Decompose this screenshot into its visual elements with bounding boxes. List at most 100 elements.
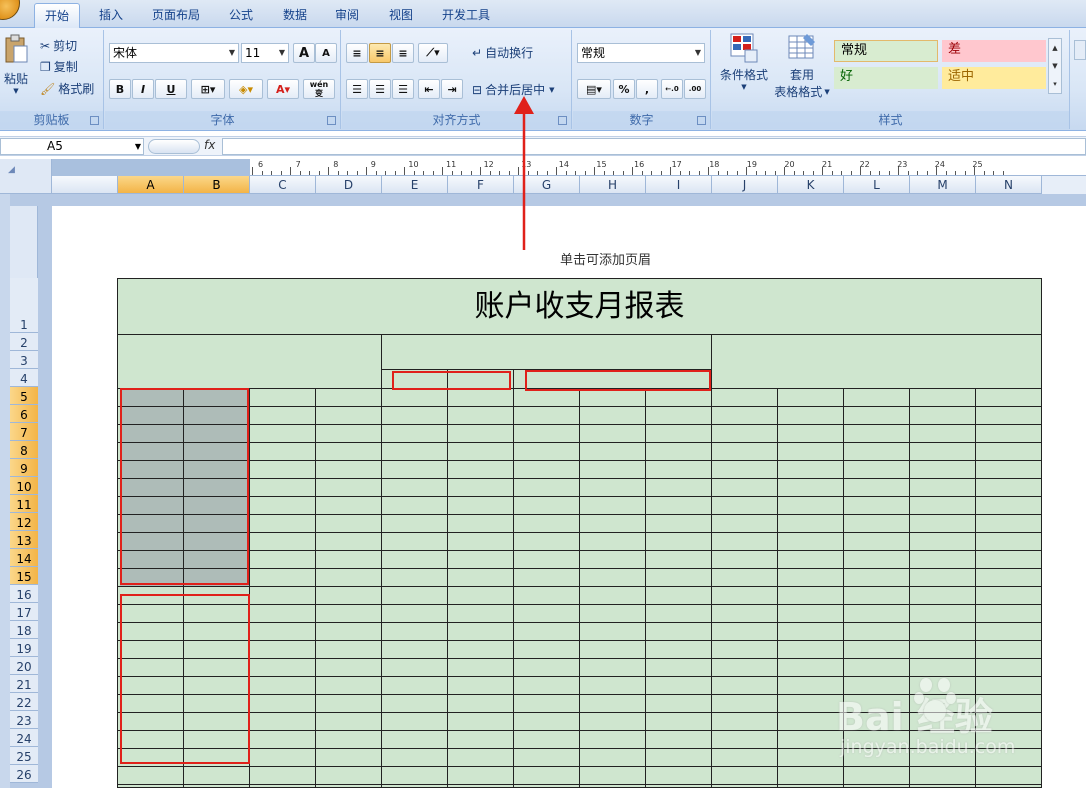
- clipboard-dialog-launcher[interactable]: [90, 116, 99, 125]
- style-neutral[interactable]: 适中: [942, 67, 1046, 89]
- format-painter-button[interactable]: 🖌 格式刷: [40, 80, 94, 97]
- font-name-select[interactable]: 宋体 ▼: [109, 43, 239, 63]
- row-header-20[interactable]: 20: [10, 657, 38, 675]
- row-header-11[interactable]: 11: [10, 495, 38, 513]
- align-center-button[interactable]: ☰: [369, 79, 391, 99]
- align-left-button[interactable]: ☰: [346, 79, 368, 99]
- row-header-14[interactable]: 14: [10, 549, 38, 567]
- insert-cells-icon[interactable]: [1074, 40, 1086, 60]
- row-header-23[interactable]: 23: [10, 711, 38, 729]
- ruler-tick: [613, 171, 614, 175]
- row-header-2[interactable]: 2: [10, 333, 38, 351]
- style-normal[interactable]: 常规: [834, 40, 938, 62]
- row-header-9[interactable]: 9: [10, 459, 38, 477]
- conditional-format-button[interactable]: 条件格式 ▼: [716, 32, 772, 106]
- grow-font-button[interactable]: A: [293, 43, 315, 63]
- italic-button[interactable]: I: [132, 79, 154, 99]
- row-header-18[interactable]: 18: [10, 621, 38, 639]
- phonetic-button[interactable]: wén 变: [303, 79, 335, 99]
- tab-developer[interactable]: 开发工具: [432, 3, 500, 28]
- row-header-16[interactable]: 16: [10, 585, 38, 603]
- column-header-n[interactable]: N: [976, 176, 1042, 194]
- column-header-h[interactable]: H: [580, 176, 646, 194]
- column-header-a[interactable]: A: [118, 176, 184, 194]
- style-bad[interactable]: 差: [942, 40, 1046, 62]
- select-all-corner[interactable]: ◢: [0, 159, 52, 194]
- number-format-select[interactable]: 常规 ▼: [577, 43, 705, 63]
- cut-button[interactable]: ✂ 剪切: [40, 37, 77, 54]
- comma-button[interactable]: ,: [636, 79, 658, 99]
- column-header-j[interactable]: J: [712, 176, 778, 194]
- bold-button[interactable]: B: [109, 79, 131, 99]
- sheet-title[interactable]: 账户收支月报表: [118, 279, 1041, 334]
- orientation-button[interactable]: ⟋▾: [418, 43, 448, 63]
- tab-data[interactable]: 数据: [272, 3, 318, 28]
- tab-page-layout[interactable]: 页面布局: [142, 3, 210, 28]
- column-header-e[interactable]: E: [382, 176, 448, 194]
- align-middle-button[interactable]: ≡: [369, 43, 391, 63]
- column-header-l[interactable]: L: [844, 176, 910, 194]
- column-header-c[interactable]: C: [250, 176, 316, 194]
- align-bottom-button[interactable]: ≡: [392, 43, 414, 63]
- column-header-k[interactable]: K: [778, 176, 844, 194]
- format-as-table-button[interactable]: 套用 表格格式 ▼: [770, 32, 834, 108]
- shrink-font-button[interactable]: A: [315, 43, 337, 63]
- row-header-21[interactable]: 21: [10, 675, 38, 693]
- row-header-7[interactable]: 7: [10, 423, 38, 441]
- add-header-hint[interactable]: 单击可添加页眉: [560, 249, 651, 268]
- formula-bar-expander[interactable]: [148, 139, 200, 154]
- styles-gallery-scroller[interactable]: ▲ ▼ ▾: [1048, 38, 1062, 94]
- copy-button[interactable]: ❐ 复制: [40, 58, 78, 75]
- underline-button[interactable]: U: [155, 79, 187, 99]
- font-size-select[interactable]: 11 ▼: [241, 43, 289, 63]
- row-header-22[interactable]: 22: [10, 693, 38, 711]
- row-header-1[interactable]: 1: [10, 278, 38, 333]
- decrease-decimal-button[interactable]: .00: [684, 79, 706, 99]
- style-good[interactable]: 好: [834, 67, 938, 89]
- fill-color-button[interactable]: ◈▾: [229, 79, 263, 99]
- tab-review[interactable]: 审阅: [324, 3, 370, 28]
- borders-button[interactable]: ⊞▾: [191, 79, 225, 99]
- font-dialog-launcher[interactable]: [327, 116, 336, 125]
- insert-function-icon[interactable]: fx: [204, 138, 215, 152]
- row-header-24[interactable]: 24: [10, 729, 38, 747]
- tab-formulas[interactable]: 公式: [218, 3, 264, 28]
- percent-button[interactable]: %: [613, 79, 635, 99]
- row-header-25[interactable]: 25: [10, 747, 38, 765]
- column-header-m[interactable]: M: [910, 176, 976, 194]
- row-header-12[interactable]: 12: [10, 513, 38, 531]
- row-header-17[interactable]: 17: [10, 603, 38, 621]
- increase-indent-button[interactable]: ⇥: [441, 79, 463, 99]
- formula-input[interactable]: [222, 138, 1086, 155]
- tab-home[interactable]: 开始: [34, 3, 80, 28]
- accounting-format-button[interactable]: ▤▾: [577, 79, 611, 99]
- align-top-button[interactable]: ≡: [346, 43, 368, 63]
- row-header-15[interactable]: 15: [10, 567, 38, 585]
- increase-decimal-button[interactable]: ←.0: [661, 79, 683, 99]
- row-header-10[interactable]: 10: [10, 477, 38, 495]
- alignment-dialog-launcher[interactable]: [558, 116, 567, 125]
- align-right-button[interactable]: ☰: [392, 79, 414, 99]
- row-header-26[interactable]: 26: [10, 765, 38, 783]
- ruler-tick: [812, 171, 814, 175]
- decrease-indent-button[interactable]: ⇤: [418, 79, 440, 99]
- row-header-19[interactable]: 19: [10, 639, 38, 657]
- column-header-b[interactable]: B: [184, 176, 250, 194]
- name-box[interactable]: A5 ▼: [0, 138, 144, 155]
- column-header-d[interactable]: D: [316, 176, 382, 194]
- row-header-5[interactable]: 5: [10, 387, 38, 405]
- paste-button[interactable]: 粘贴 ▼: [0, 34, 32, 104]
- row-header-6[interactable]: 6: [10, 405, 38, 423]
- column-header-f[interactable]: F: [448, 176, 514, 194]
- column-header-i[interactable]: I: [646, 176, 712, 194]
- row-header-3[interactable]: 3: [10, 351, 38, 369]
- tab-view[interactable]: 视图: [378, 3, 424, 28]
- font-color-button[interactable]: A▾: [267, 79, 299, 99]
- row-header-8[interactable]: 8: [10, 441, 38, 459]
- number-dialog-launcher[interactable]: [697, 116, 706, 125]
- row-header-4[interactable]: 4: [10, 369, 38, 387]
- tab-insert[interactable]: 插入: [88, 3, 134, 28]
- office-button[interactable]: [0, 0, 20, 20]
- wrap-text-button[interactable]: ↵ 自动换行: [472, 44, 533, 61]
- row-header-13[interactable]: 13: [10, 531, 38, 549]
